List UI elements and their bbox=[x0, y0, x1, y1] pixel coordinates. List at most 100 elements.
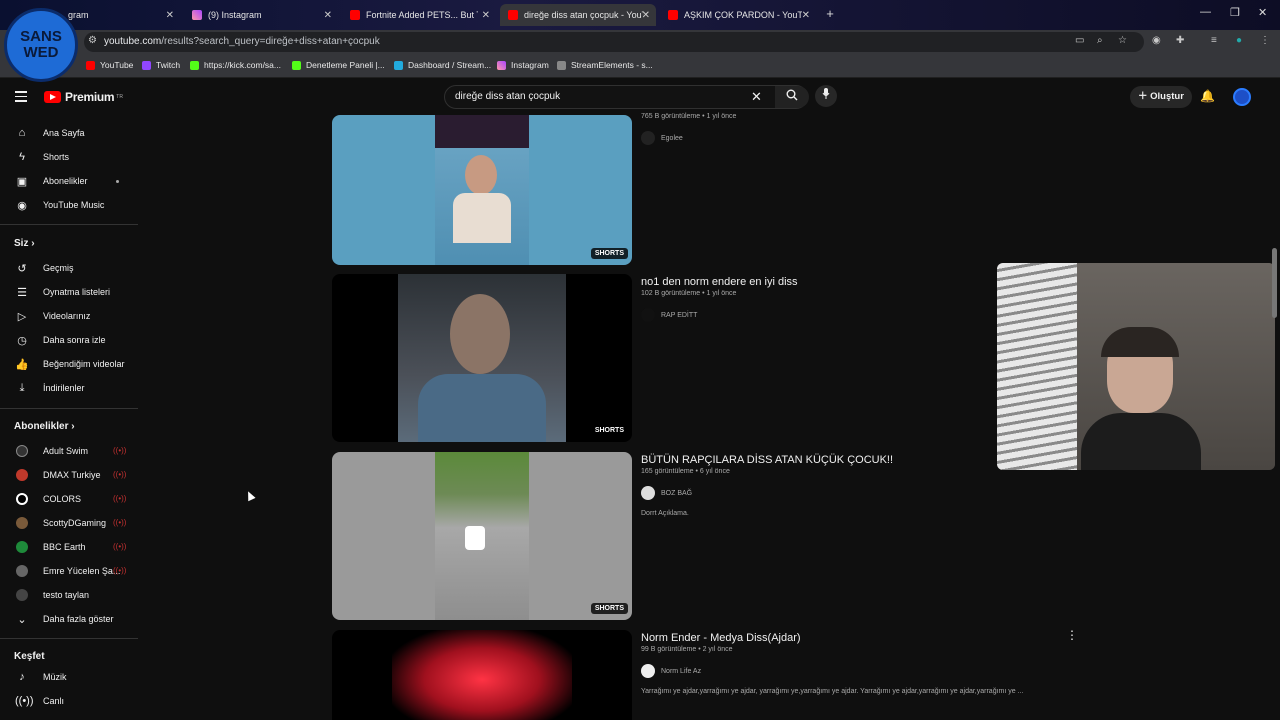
sidebar-sub-adult-swim[interactable]: Adult Swim ((•)) bbox=[0, 440, 140, 462]
sidebar-item-live[interactable]: ((•)) Canlı bbox=[0, 690, 140, 712]
bookmark-star-icon[interactable]: ☆ bbox=[1118, 35, 1127, 46]
divider bbox=[0, 638, 138, 639]
youtube-icon bbox=[350, 10, 360, 20]
channel-name: BBC Earth bbox=[43, 542, 86, 552]
channel-link[interactable]: BOZ BAĞ bbox=[641, 486, 692, 500]
sidebar-item-youtube-music[interactable]: ◉ YouTube Music bbox=[0, 194, 140, 216]
puzzle-icon[interactable]: ✚ bbox=[1176, 35, 1184, 46]
tab-label: Fortnite Added PETS... But The bbox=[366, 10, 478, 20]
video-meta: 102 B görüntüleme • 1 yıl önce bbox=[641, 290, 737, 297]
channel-name: Adult Swim bbox=[43, 446, 89, 456]
sidebar-item-playlists[interactable]: ☰ Oynatma listeleri bbox=[0, 281, 140, 303]
channel-link[interactable]: Norm Life Az bbox=[641, 664, 701, 678]
menu-icon[interactable]: ⋮ bbox=[1260, 35, 1270, 46]
browser-tab[interactable]: AŞKIM ÇOK PARDON - YouTub ✕ bbox=[660, 4, 816, 26]
profile-icon[interactable]: ● bbox=[1236, 35, 1242, 46]
sidebar-item-history[interactable]: ↺ Geçmiş bbox=[0, 257, 140, 279]
channel-name: RAP EDİTT bbox=[661, 311, 698, 319]
restore-icon[interactable]: ❐ bbox=[1230, 6, 1240, 19]
video-thumbnail[interactable] bbox=[332, 630, 632, 720]
notifications-bell-icon[interactable]: 🔔 bbox=[1200, 89, 1215, 103]
bookmark-label: https://kick.com/sa... bbox=[204, 60, 281, 70]
close-icon[interactable]: ✕ bbox=[482, 10, 490, 21]
search-button[interactable] bbox=[775, 86, 809, 108]
live-icon: ((•)) bbox=[113, 542, 127, 551]
shorts-icon: ϟ bbox=[19, 151, 25, 163]
page-scrollbar[interactable] bbox=[1272, 248, 1277, 318]
video-thumbnail[interactable]: SHORTS bbox=[332, 115, 632, 265]
sidebar-sub-scottydgaming[interactable]: ScottyDGaming ((•)) bbox=[0, 512, 140, 534]
minimize-icon[interactable]: — bbox=[1200, 6, 1211, 18]
close-icon[interactable]: ✕ bbox=[324, 10, 332, 21]
sidebar-sub-testo-taylan[interactable]: testo taylan bbox=[0, 584, 140, 606]
close-icon[interactable]: ✕ bbox=[166, 10, 174, 21]
video-thumbnail[interactable]: SHORTS bbox=[332, 274, 632, 442]
video-title[interactable]: no1 den norm endere en iyi diss bbox=[641, 276, 798, 288]
new-tab-button[interactable]: + bbox=[822, 6, 838, 22]
browser-tab[interactable]: Fortnite Added PETS... But The ✕ bbox=[342, 4, 496, 26]
hamburger-menu-icon[interactable] bbox=[15, 91, 27, 105]
youtube-premium-logo[interactable]: Premium TR bbox=[44, 90, 123, 104]
sidebar-item-home[interactable]: ⌂ Ana Sayfa bbox=[0, 122, 140, 144]
voice-search-button[interactable] bbox=[815, 85, 837, 107]
bookmark-dashboard[interactable]: Dashboard / Stream... bbox=[394, 60, 491, 70]
thumbnail-figure bbox=[465, 526, 485, 550]
sidebar-item-shorts[interactable]: ϟ Shorts bbox=[0, 146, 140, 168]
sidebar-sub-colors[interactable]: COLORS ((•)) bbox=[0, 488, 140, 510]
bookmark-kick[interactable]: https://kick.com/sa... bbox=[190, 60, 281, 70]
create-button[interactable]: ＋ Oluştur bbox=[1130, 86, 1192, 108]
sidebar-sub-emre-yucelen[interactable]: Emre Yücelen Şa... ((•)) bbox=[0, 560, 140, 582]
channel-link[interactable]: RAP EDİTT bbox=[641, 308, 697, 322]
shorts-badge: SHORTS bbox=[590, 425, 628, 436]
thumbnail-image bbox=[435, 115, 529, 265]
sidebar-item-liked-videos[interactable]: 👍 Beğendiğim videolar bbox=[0, 353, 140, 375]
close-window-icon[interactable]: ✕ bbox=[1258, 6, 1267, 19]
video-title[interactable]: BÜTÜN RAPÇILARA DİSS ATAN KÜÇÜK ÇOCUK!! bbox=[641, 454, 893, 466]
bookmark-instagram[interactable]: Instagram bbox=[497, 60, 549, 70]
sidebar-sub-bbc-earth[interactable]: BBC Earth ((•)) bbox=[0, 536, 140, 558]
bookmark-label: YouTube bbox=[100, 60, 134, 70]
live-icon: ((•)) bbox=[113, 494, 127, 503]
clear-search-icon[interactable]: ✕ bbox=[751, 89, 762, 105]
youtube-play-icon bbox=[44, 91, 61, 103]
channel-name: COLORS bbox=[43, 494, 82, 504]
cast-icon[interactable]: ▭ bbox=[1075, 35, 1084, 46]
site-info-icon[interactable]: ⚙ bbox=[88, 35, 97, 46]
sidebar-item-watch-later[interactable]: ◷ Daha sonra izle bbox=[0, 329, 140, 351]
url-field[interactable]: youtube.com/results?search_query=direğe+… bbox=[84, 32, 1144, 52]
subscriptions-heading[interactable]: Abonelikler › bbox=[14, 421, 75, 432]
sidebar-show-more[interactable]: ⌄ Daha fazla göster bbox=[0, 608, 140, 630]
bookmark-streamelements[interactable]: StreamElements - s... bbox=[557, 60, 653, 70]
close-icon[interactable]: ✕ bbox=[802, 10, 810, 21]
zoom-icon[interactable]: ⌕ bbox=[1097, 35, 1103, 46]
sidebar-item-your-videos[interactable]: ▷ Videolarınız bbox=[0, 305, 140, 327]
bookmark-youtube[interactable]: YouTube bbox=[86, 60, 133, 70]
sidebar-sub-dmax[interactable]: DMAX Turkiye ((•)) bbox=[0, 464, 140, 486]
you-heading[interactable]: Siz › bbox=[14, 238, 35, 249]
sidebar-item-music[interactable]: ♪ Müzik bbox=[0, 666, 140, 688]
bookmark-twitch[interactable]: Twitch bbox=[142, 60, 180, 70]
thumbnail-image bbox=[398, 274, 566, 442]
tab-label: gram bbox=[68, 10, 89, 20]
address-bar: youtube.com/results?search_query=direğe+… bbox=[0, 30, 1280, 54]
channel-name: DMAX Turkiye bbox=[43, 470, 101, 480]
browser-tab[interactable]: (9) Instagram ✕ bbox=[184, 4, 338, 26]
browser-tab-active[interactable]: direğe diss atan çocpuk - YouTu ✕ bbox=[500, 4, 656, 26]
browser-tab[interactable]: gram ✕ bbox=[60, 4, 180, 26]
extension-icon[interactable]: ◉ bbox=[1152, 35, 1161, 46]
more-actions-icon[interactable]: ⋮ bbox=[1066, 628, 1078, 642]
sidebar-item-subscriptions[interactable]: ▣ Abonelikler bbox=[0, 170, 140, 192]
video-thumbnail[interactable]: SHORTS bbox=[332, 452, 632, 620]
bookmark-denetleme[interactable]: Denetleme Paneli |... bbox=[292, 60, 385, 70]
channel-link[interactable]: Egolee bbox=[641, 131, 683, 145]
video-title[interactable]: Norm Ender - Medya Diss(Ajdar) bbox=[641, 632, 801, 644]
video-description: Yarrağımı ye ajdar,yarrağımı ye ajdar, y… bbox=[641, 688, 1024, 695]
close-icon[interactable]: ✕ bbox=[642, 10, 650, 21]
account-avatar[interactable] bbox=[1233, 88, 1251, 106]
search-input[interactable]: direğe diss atan çocpuk bbox=[455, 86, 560, 108]
live-icon: ((•)) bbox=[113, 566, 127, 575]
sidebar-item-downloads[interactable]: ⤓ İndirilenler bbox=[0, 377, 140, 399]
streamelements-icon bbox=[557, 60, 566, 70]
search-box: direğe diss atan çocpuk ✕ bbox=[444, 85, 809, 109]
media-icon[interactable]: ≡ bbox=[1211, 35, 1217, 46]
